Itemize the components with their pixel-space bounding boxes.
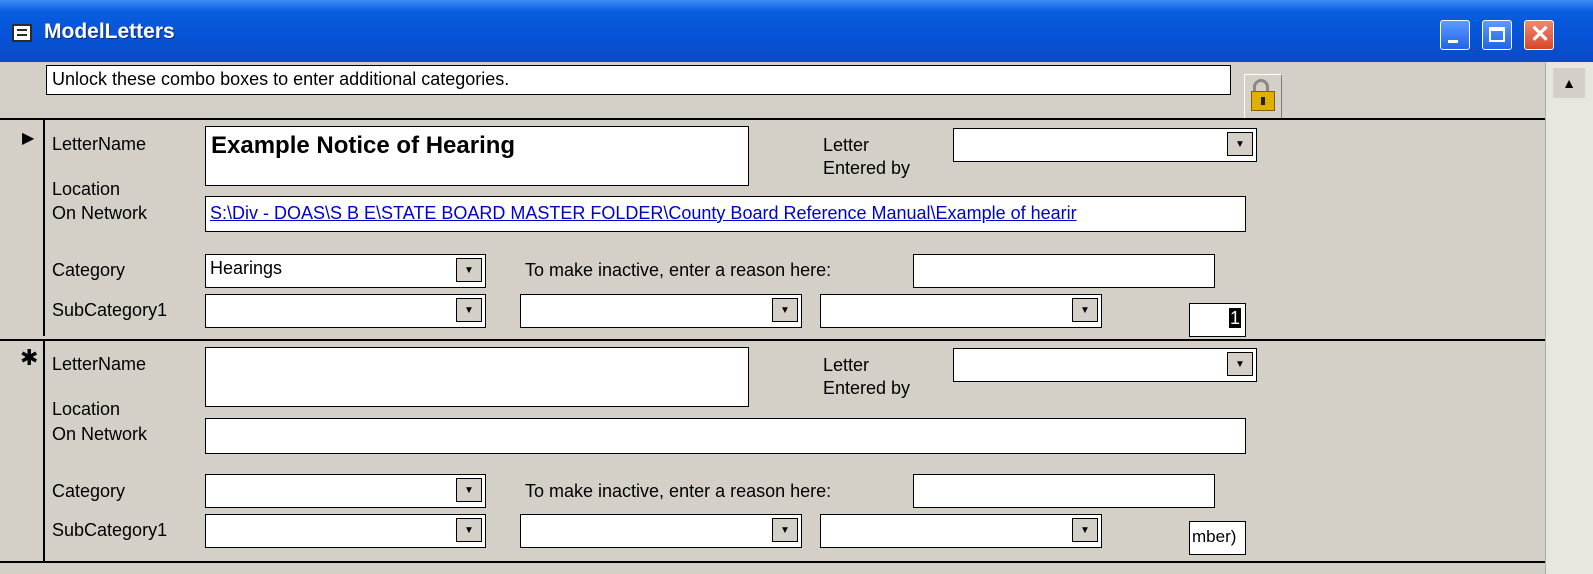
number-value: 1 (1228, 308, 1241, 328)
category-label: Category (52, 260, 126, 280)
current-record-icon[interactable]: ▶ (22, 127, 34, 150)
subcategory1-combo[interactable]: ▼ (205, 294, 486, 328)
unlock-note: Unlock these combo boxes to enter additi… (46, 65, 1231, 95)
maximize-icon (1489, 27, 1505, 42)
new-record-icon[interactable]: ✱ (20, 346, 38, 369)
entered-by-combo[interactable]: ▼ (953, 348, 1257, 382)
chevron-down-icon[interactable]: ▼ (1072, 518, 1098, 542)
unlock-button[interactable] (1244, 74, 1282, 119)
subcategory-label: SubCategory1 (52, 520, 168, 540)
number-field[interactable]: 1 (1189, 303, 1246, 337)
chevron-down-icon[interactable]: ▼ (456, 258, 482, 282)
divider (0, 118, 1545, 120)
entered-by-combo[interactable]: ▼ (953, 128, 1257, 162)
entered-by-label-line2: Entered by (823, 158, 911, 178)
entered-by-label-line1: Letter (823, 135, 870, 155)
form-area: Unlock these combo boxes to enter additi… (0, 62, 1545, 574)
chevron-down-icon[interactable]: ▼ (456, 478, 482, 502)
divider (0, 339, 1545, 341)
letter-name-label: LetterName (52, 134, 147, 154)
inactive-reason-label: To make inactive, enter a reason here: (525, 481, 832, 501)
letter-name-field[interactable] (205, 347, 749, 407)
inactive-reason-field[interactable] (913, 474, 1215, 508)
entered-by-label-line1: Letter (823, 355, 870, 375)
location-link[interactable]: S:\Div - DOAS\S B E\STATE BOARD MASTER F… (205, 196, 1246, 232)
letter-name-label: LetterName (52, 354, 147, 374)
record-selector-border (43, 118, 45, 336)
category-combo[interactable]: Hearings ▼ (205, 254, 486, 288)
record-selector-border (43, 339, 45, 561)
category-value: Hearings (210, 258, 283, 278)
close-button[interactable]: ✕ (1524, 20, 1554, 50)
category-label: Category (52, 481, 126, 501)
inactive-reason-label: To make inactive, enter a reason here: (525, 260, 832, 280)
form-icon (12, 24, 32, 42)
letter-name-field[interactable]: Example Notice of Hearing (205, 126, 749, 186)
inactive-reason-field[interactable] (913, 254, 1215, 288)
chevron-down-icon[interactable]: ▼ (456, 298, 482, 322)
close-icon: ✕ (1529, 21, 1551, 48)
subcategory2-combo[interactable]: ▼ (520, 294, 802, 328)
subcategory1-combo[interactable]: ▼ (205, 514, 486, 548)
entered-by-label-line2: Entered by (823, 378, 911, 398)
location-label-line2: On Network (52, 424, 148, 444)
subcategory3-combo[interactable]: ▼ (820, 514, 1102, 548)
category-combo[interactable]: ▼ (205, 474, 486, 508)
subcategory-label: SubCategory1 (52, 300, 168, 320)
chevron-down-icon[interactable]: ▼ (1227, 352, 1253, 376)
minimize-button[interactable] (1440, 20, 1470, 50)
subcategory3-combo[interactable]: ▼ (820, 294, 1102, 328)
arrow-up-icon: ▲ (1562, 75, 1576, 91)
chevron-down-icon[interactable]: ▼ (772, 298, 798, 322)
chevron-down-icon[interactable]: ▼ (1227, 132, 1253, 156)
number-field[interactable]: mber) (1189, 521, 1246, 555)
location-label-line2: On Network (52, 203, 148, 223)
chevron-down-icon[interactable]: ▼ (456, 518, 482, 542)
location-label-line1: Location (52, 179, 121, 199)
window-title: ModelLetters (44, 20, 175, 43)
location-field[interactable] (205, 418, 1246, 454)
minimize-icon (1448, 40, 1458, 43)
title-bar[interactable]: ModelLetters ✕ (0, 0, 1593, 62)
location-label-line1: Location (52, 399, 121, 419)
chevron-down-icon[interactable]: ▼ (772, 518, 798, 542)
padlock-icon (1253, 79, 1269, 91)
subcategory2-combo[interactable]: ▼ (520, 514, 802, 548)
model-letters-window: ModelLetters ✕ Unlock these combo boxes … (0, 0, 1593, 574)
scroll-up-button[interactable]: ▲ (1553, 68, 1585, 98)
chevron-down-icon[interactable]: ▼ (1072, 298, 1098, 322)
maximize-button[interactable] (1482, 20, 1512, 50)
divider (0, 561, 1545, 563)
vertical-scrollbar[interactable]: ▲ (1545, 62, 1593, 574)
